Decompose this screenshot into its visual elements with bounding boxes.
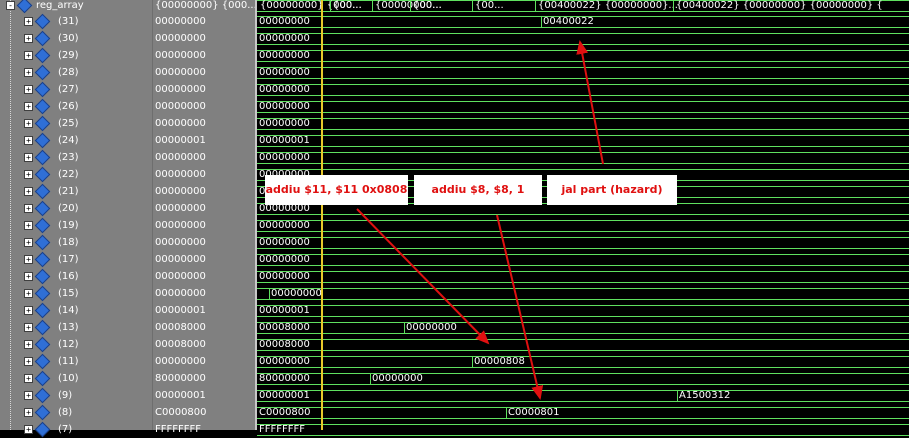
arrow-addiu-11 (356, 208, 490, 345)
arrow-jal-hazard (576, 40, 604, 165)
arrow-addiu-8 (496, 214, 544, 400)
waveform-window: - reg_array + (31) + (30) + (29) + (28) + (27) + (26)… (0, 0, 909, 438)
wave-trace (257, 435, 909, 436)
annotation-arrows (356, 40, 604, 400)
